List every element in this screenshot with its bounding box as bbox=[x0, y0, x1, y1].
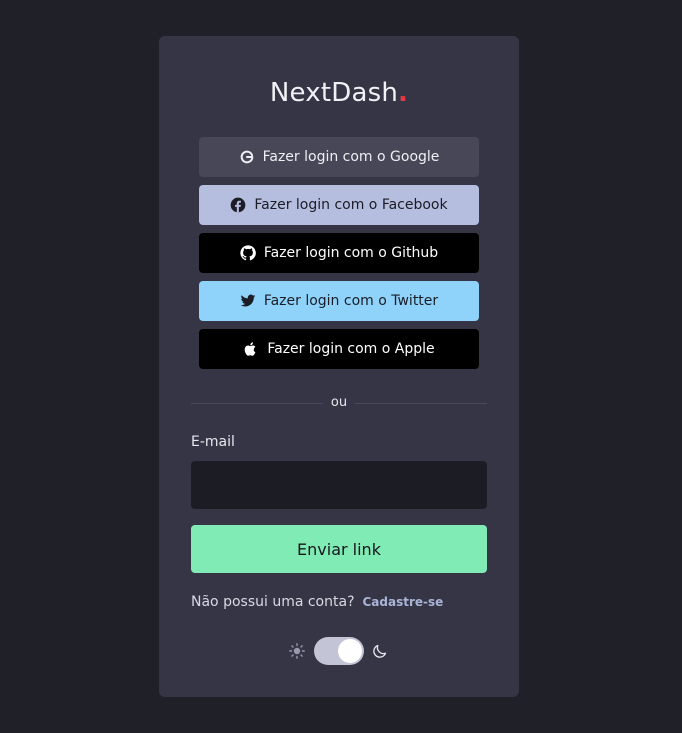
github-login-button[interactable]: Fazer login com o Github bbox=[199, 233, 479, 273]
apple-icon bbox=[243, 341, 259, 357]
signup-link[interactable]: Cadastre-se bbox=[363, 593, 444, 611]
divider-text: ou bbox=[330, 395, 348, 410]
google-login-button[interactable]: Fazer login com o Google bbox=[199, 137, 479, 177]
login-card: NextDash. Fazer login com o Google Fazer… bbox=[159, 36, 519, 697]
github-icon bbox=[240, 245, 256, 261]
signup-row: Não possui uma conta? Cadastre-se bbox=[191, 593, 443, 611]
app-logo: NextDash. bbox=[159, 76, 519, 110]
theme-toggle[interactable] bbox=[314, 637, 364, 665]
email-field[interactable] bbox=[191, 461, 487, 509]
apple-login-button[interactable]: Fazer login com o Apple bbox=[199, 329, 479, 369]
email-label: E-mail bbox=[191, 434, 235, 450]
google-login-label: Fazer login com o Google bbox=[262, 149, 440, 165]
divider-right-line bbox=[355, 403, 487, 404]
send-link-button[interactable]: Enviar link bbox=[191, 525, 487, 573]
twitter-icon bbox=[240, 293, 256, 309]
facebook-login-label: Fazer login com o Facebook bbox=[254, 197, 448, 213]
twitter-login-button[interactable]: Fazer login com o Twitter bbox=[199, 281, 479, 321]
moon-icon bbox=[372, 643, 388, 659]
apple-login-label: Fazer login com o Apple bbox=[267, 341, 435, 357]
logo-dot: . bbox=[398, 78, 409, 108]
signup-prompt: Não possui uma conta? bbox=[191, 594, 355, 610]
theme-switcher bbox=[159, 636, 519, 666]
sun-icon bbox=[289, 643, 305, 659]
github-login-label: Fazer login com o Github bbox=[263, 245, 439, 261]
facebook-icon bbox=[230, 197, 246, 213]
twitter-login-label: Fazer login com o Twitter bbox=[263, 293, 439, 309]
logo-text: NextDash bbox=[269, 78, 399, 108]
toggle-knob bbox=[338, 639, 362, 663]
facebook-login-button[interactable]: Fazer login com o Facebook bbox=[199, 185, 479, 225]
send-link-label: Enviar link bbox=[297, 539, 381, 559]
divider-left-line bbox=[191, 403, 323, 404]
google-icon bbox=[239, 149, 255, 165]
